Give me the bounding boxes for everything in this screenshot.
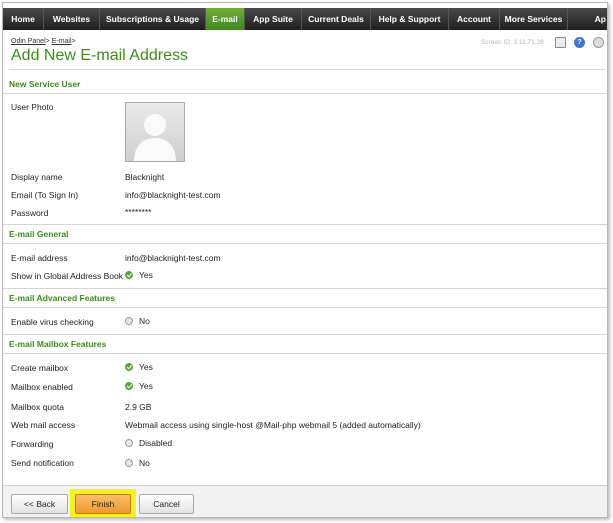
email-address-label: E-mail address xyxy=(11,253,68,263)
create-mailbox-value: Yes xyxy=(125,362,153,372)
user-silhouette-icon xyxy=(134,114,176,161)
cancel-button[interactable]: Cancel xyxy=(139,494,194,514)
document-icon[interactable] xyxy=(555,37,566,48)
browser-frame: Home Websites Subscriptions & Usage E-ma… xyxy=(2,2,608,518)
check-icon xyxy=(125,271,133,279)
nav-tab-app-suite[interactable]: App Suite xyxy=(245,8,302,30)
send-notification-label: Send notification xyxy=(11,458,74,468)
check-icon xyxy=(125,363,133,371)
forwarding-text: Disabled xyxy=(139,438,173,448)
section-title: E-mail Mailbox Features xyxy=(9,339,107,349)
virus-checking-label: Enable virus checking xyxy=(11,317,94,327)
display-name-value: Blacknight xyxy=(125,172,165,182)
nav-tab-more-services[interactable]: More Services xyxy=(500,8,568,30)
section-email-general: E-mail General xyxy=(3,226,607,244)
send-notification-value: No xyxy=(125,458,150,468)
virus-checking-value: No xyxy=(125,316,150,326)
disabled-icon xyxy=(125,439,133,447)
section-divider xyxy=(3,288,607,289)
refresh-icon[interactable] xyxy=(593,37,604,48)
mailbox-quota-value: 2.9 GB xyxy=(125,402,152,412)
nav-tab-overflow[interactable]: Ap xyxy=(568,8,607,30)
mailbox-enabled-text: Yes xyxy=(139,381,153,391)
title-divider xyxy=(9,69,605,70)
global-address-book-value: Yes xyxy=(125,270,153,280)
check-icon xyxy=(125,382,133,390)
section-divider xyxy=(3,243,607,244)
page-title: Add New E-mail Address xyxy=(11,47,188,64)
mailbox-enabled-label: Mailbox enabled xyxy=(11,382,73,392)
web-mail-access-value: Webmail access using single-host @Mail-p… xyxy=(125,420,421,430)
disabled-icon xyxy=(125,459,133,467)
disabled-icon xyxy=(125,317,133,325)
section-email-advanced: E-mail Advanced Features xyxy=(3,290,607,308)
password-label: Password xyxy=(11,208,49,218)
breadcrumb: Odin Panel> E-mail> xyxy=(11,38,76,45)
section-title: E-mail Advanced Features xyxy=(9,293,115,303)
nav-tab-email[interactable]: E-mail xyxy=(206,8,245,30)
section-email-mailbox: E-mail Mailbox Features xyxy=(3,336,607,354)
section-divider xyxy=(3,353,607,354)
forwarding-value: Disabled xyxy=(125,438,172,448)
nav-tab-account[interactable]: Account xyxy=(449,8,500,30)
back-button[interactable]: << Back xyxy=(11,494,68,514)
global-address-book-text: Yes xyxy=(139,270,153,280)
display-name-label: Display name xyxy=(11,172,63,182)
section-title: New Service User xyxy=(9,79,81,89)
email-sign-in-value: info@blacknight-test.com xyxy=(125,190,221,200)
virus-checking-text: No xyxy=(139,316,150,326)
top-navigation: Home Websites Subscriptions & Usage E-ma… xyxy=(3,8,607,30)
help-icon[interactable]: ? xyxy=(574,37,585,48)
user-photo-placeholder[interactable] xyxy=(125,102,185,162)
create-mailbox-label: Create mailbox xyxy=(11,363,69,373)
screen-id: Screen ID: 3.11.71.28 xyxy=(481,39,544,46)
breadcrumb-separator: > xyxy=(45,38,50,45)
user-photo-label: User Photo xyxy=(11,102,54,112)
nav-tab-help-support[interactable]: Help & Support xyxy=(371,8,449,30)
mailbox-enabled-value: Yes xyxy=(125,381,153,391)
create-mailbox-text: Yes xyxy=(139,362,153,372)
send-notification-text: No xyxy=(139,458,150,468)
email-sign-in-label: Email (To Sign In) xyxy=(11,190,79,200)
section-divider xyxy=(3,224,607,225)
nav-tab-home[interactable]: Home xyxy=(3,8,44,30)
section-divider xyxy=(3,334,607,335)
mailbox-quota-label: Mailbox quota xyxy=(11,402,64,412)
section-divider xyxy=(3,93,607,94)
nav-tab-subscriptions[interactable]: Subscriptions & Usage xyxy=(100,8,206,30)
section-divider xyxy=(3,307,607,308)
finish-button[interactable]: Finish xyxy=(75,494,131,514)
breadcrumb-separator: > xyxy=(71,38,76,45)
password-value: ******** xyxy=(125,207,152,217)
section-title: E-mail General xyxy=(9,229,69,239)
breadcrumb-email[interactable]: E-mail xyxy=(52,38,72,45)
nav-tab-websites[interactable]: Websites xyxy=(44,8,100,30)
web-mail-access-label: Web mail access xyxy=(11,420,76,430)
forwarding-label: Forwarding xyxy=(11,439,54,449)
section-new-service-user: New Service User xyxy=(3,76,607,94)
button-bar: << Back Finish Cancel xyxy=(3,485,607,517)
nav-tab-current-deals[interactable]: Current Deals xyxy=(302,8,371,30)
breadcrumb-odin-panel[interactable]: Odin Panel xyxy=(11,38,46,45)
global-address-book-label: Show in Global Address Book xyxy=(11,271,123,281)
email-address-value: info@blacknight-test.com xyxy=(125,253,221,263)
